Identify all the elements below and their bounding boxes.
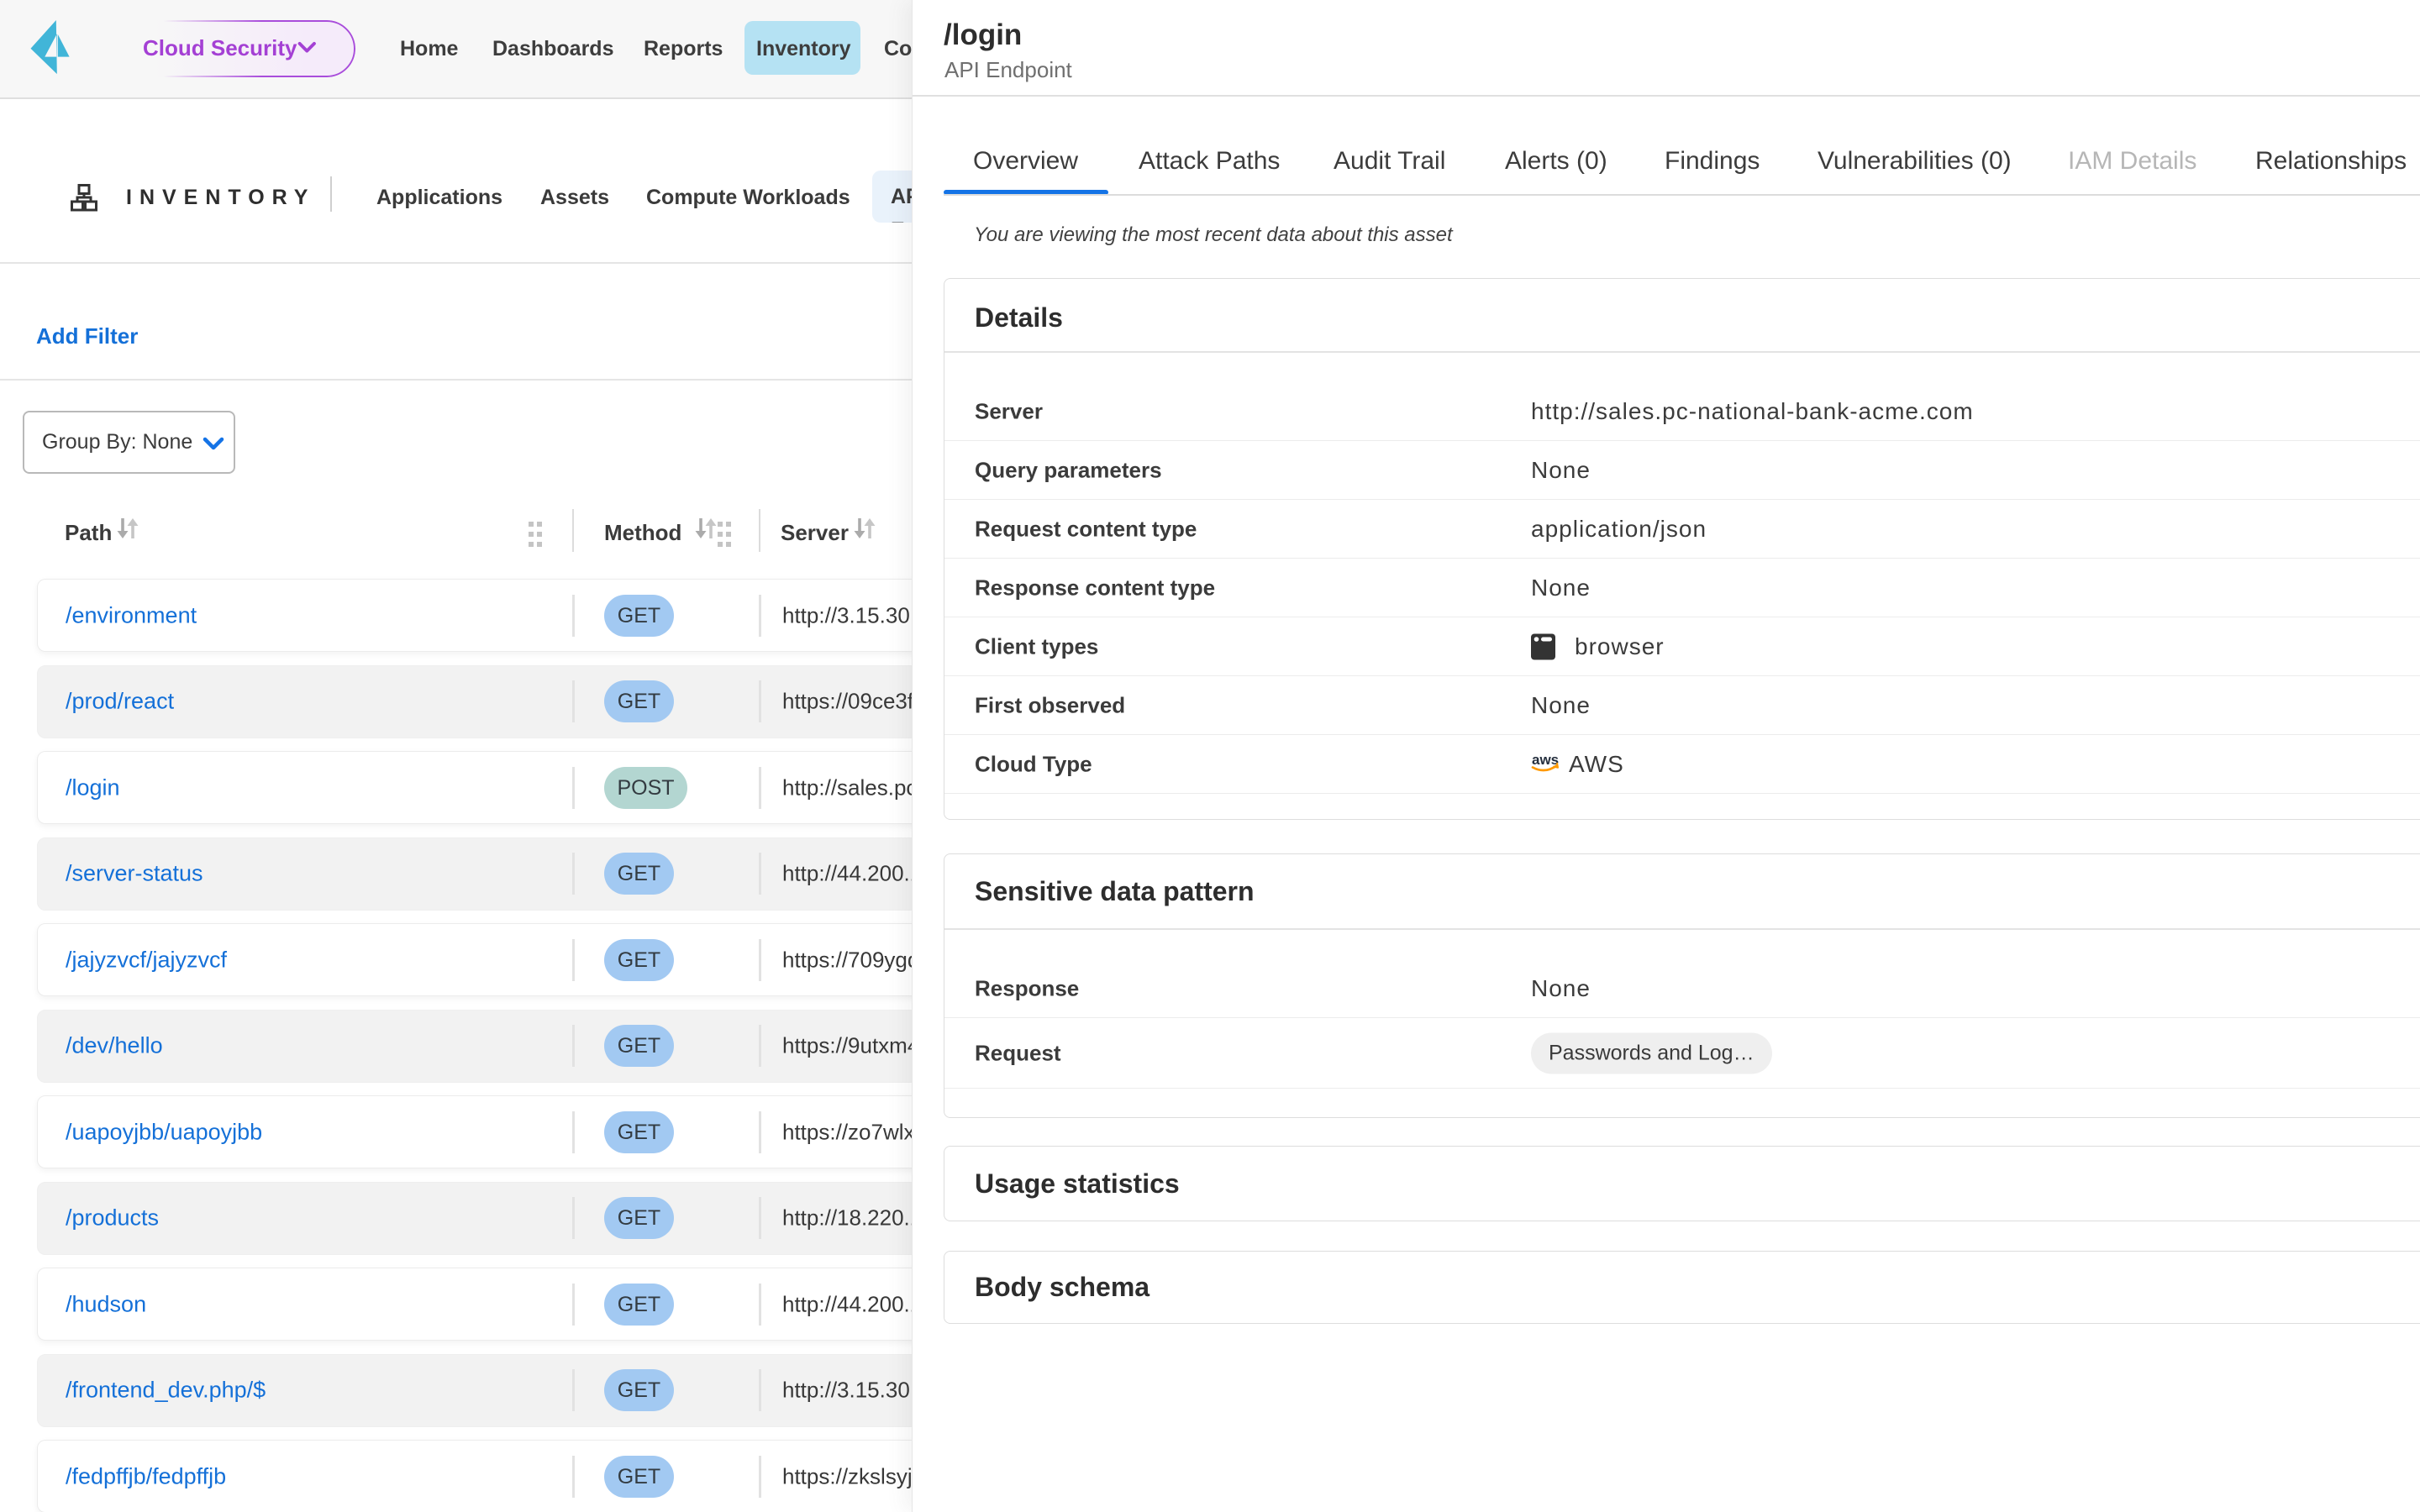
svg-text:aws: aws [1532, 752, 1559, 768]
